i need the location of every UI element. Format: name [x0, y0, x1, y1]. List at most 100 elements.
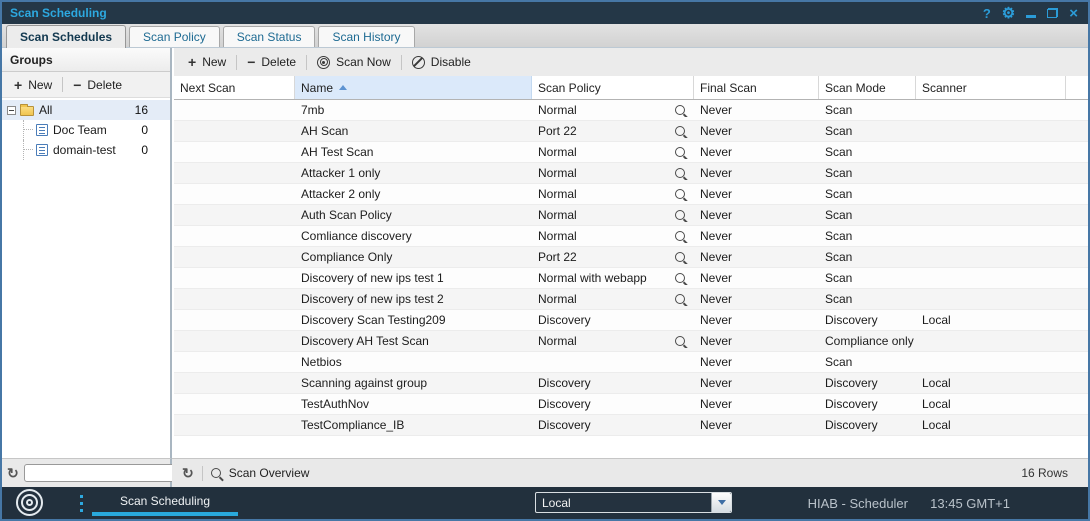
tab-scan-history[interactable]: Scan History: [318, 26, 414, 47]
plus-icon: +: [188, 55, 196, 69]
bullseye-logo: [16, 489, 43, 516]
magnifier-icon[interactable]: [675, 336, 685, 346]
tree-item-all[interactable]: All16: [2, 100, 170, 120]
table-row[interactable]: NetbiosNeverScan: [174, 352, 1088, 373]
scan-scheduling-window: Scan Scheduling ? ⚙ × Scan SchedulesScan…: [0, 0, 1090, 521]
tab-scan-schedules[interactable]: Scan Schedules: [6, 25, 126, 48]
groups-delete-label: Delete: [87, 78, 122, 92]
table-row[interactable]: 7mbNormalNeverScan: [174, 100, 1088, 121]
tab-scan-status[interactable]: Scan Status: [223, 26, 316, 47]
cell-name: Discovery of new ips test 2: [295, 292, 532, 306]
table-row[interactable]: AH Test ScanNormalNeverScan: [174, 142, 1088, 163]
app-label: HIAB - Scheduler: [808, 496, 908, 511]
cell-final-scan: Never: [694, 355, 819, 369]
table-row[interactable]: Discovery of new ips test 1Normal with w…: [174, 268, 1088, 289]
cell-scan-policy: Normal: [532, 145, 694, 159]
tree-item-domain-test[interactable]: domain-test0: [2, 140, 170, 160]
cell-name: AH Scan: [295, 124, 532, 138]
cell-final-scan: Never: [694, 145, 819, 159]
collapse-icon[interactable]: [7, 106, 16, 115]
column-header-label: Final Scan: [700, 81, 757, 95]
magnifier-icon[interactable]: [675, 126, 685, 136]
schedules-toolbar: + New − Delete Scan Now Disable: [174, 48, 1088, 76]
column-header-label: Scanner: [922, 81, 967, 95]
tab-scan-policy[interactable]: Scan Policy: [129, 26, 220, 47]
cell-final-scan: Never: [694, 334, 819, 348]
table-row[interactable]: Auth Scan PolicyNormalNeverScan: [174, 205, 1088, 226]
restore-icon[interactable]: [1047, 8, 1058, 18]
table-row[interactable]: Discovery Scan Testing209DiscoveryNeverD…: [174, 310, 1088, 331]
cell-scan-mode: Scan: [819, 103, 916, 117]
cell-final-scan: Never: [694, 187, 819, 201]
tree-item-count: 16: [135, 103, 170, 117]
column-header-filler: [1066, 76, 1088, 99]
column-header-final-scan[interactable]: Final Scan: [694, 76, 819, 99]
column-header-scan-mode[interactable]: Scan Mode: [819, 76, 916, 99]
column-header-next-scan[interactable]: Next Scan: [174, 76, 295, 99]
tree-item-doc-team[interactable]: Doc Team0: [2, 120, 170, 140]
cell-scan-policy: Discovery: [532, 418, 694, 432]
cell-final-scan: Never: [694, 208, 819, 222]
close-icon[interactable]: ×: [1069, 6, 1078, 21]
cell-scan-mode: Scan: [819, 187, 916, 201]
scan-now-button[interactable]: Scan Now: [307, 48, 401, 76]
cell-scanner: Local: [916, 418, 1066, 432]
delete-schedule-button[interactable]: − Delete: [237, 48, 306, 76]
group-list-icon: [36, 124, 48, 136]
magnifier-icon[interactable]: [675, 273, 685, 283]
magnifier-icon[interactable]: [675, 168, 685, 178]
cell-final-scan: Never: [694, 103, 819, 117]
table-row[interactable]: TestCompliance_IBDiscoveryNeverDiscovery…: [174, 415, 1088, 436]
table-row[interactable]: Discovery AH Test ScanNormalNeverComplia…: [174, 331, 1088, 352]
groups-new-button[interactable]: + New: [4, 72, 62, 97]
new-schedule-button[interactable]: + New: [178, 48, 236, 76]
dropdown-button[interactable]: [711, 493, 731, 512]
groups-delete-button[interactable]: − Delete: [63, 72, 132, 97]
column-header-scan-policy[interactable]: Scan Policy: [532, 76, 694, 99]
refresh-icon[interactable]: ↻: [7, 466, 19, 480]
cell-name: Discovery of new ips test 1: [295, 271, 532, 285]
cell-scanner: Local: [916, 313, 1066, 327]
cell-scan-mode: Compliance only: [819, 334, 916, 348]
footer-task-scan-scheduling[interactable]: Scan Scheduling: [92, 494, 238, 508]
minimize-icon[interactable]: [1026, 15, 1036, 18]
table-row[interactable]: Discovery of new ips test 2NormalNeverSc…: [174, 289, 1088, 310]
title-bar: Scan Scheduling ? ⚙ ×: [2, 2, 1088, 24]
magnifier-icon[interactable]: [211, 468, 221, 478]
magnifier-icon[interactable]: [675, 147, 685, 157]
magnifier-icon[interactable]: [675, 294, 685, 304]
cell-scan-policy: Discovery: [532, 313, 694, 327]
table-row[interactable]: TestAuthNovDiscoveryNeverDiscoveryLocal: [174, 394, 1088, 415]
cell-scan-policy: Normal: [532, 208, 694, 222]
column-header-scanner[interactable]: Scanner: [916, 76, 1066, 99]
table-row[interactable]: Attacker 1 onlyNormalNeverScan: [174, 163, 1088, 184]
schedules-statusbar: ↻ Scan Overview 16 Rows: [172, 458, 1088, 487]
scan-overview-label[interactable]: Scan Overview: [229, 466, 310, 480]
tree-connector: [23, 140, 36, 160]
cell-final-scan: Never: [694, 397, 819, 411]
table-row[interactable]: Attacker 2 onlyNormalNeverScan: [174, 184, 1088, 205]
cell-scan-policy: Normal with webapp: [532, 271, 694, 285]
scanner-select[interactable]: Local: [535, 492, 732, 513]
column-header-label: Scan Policy: [538, 81, 601, 95]
magnifier-icon[interactable]: [675, 105, 685, 115]
table-row[interactable]: Comliance discoveryNormalNeverScan: [174, 226, 1088, 247]
table-row[interactable]: AH ScanPort 22NeverScan: [174, 121, 1088, 142]
disable-button[interactable]: Disable: [402, 48, 481, 76]
table-row[interactable]: Scanning against groupDiscoveryNeverDisc…: [174, 373, 1088, 394]
table-row[interactable]: Compliance OnlyPort 22NeverScan: [174, 247, 1088, 268]
magnifier-icon[interactable]: [675, 252, 685, 262]
groups-tree: All16Doc Team0domain-test0: [2, 98, 170, 160]
groups-statusbar: ↻: [2, 458, 172, 487]
help-icon[interactable]: ?: [983, 7, 991, 20]
column-header-name[interactable]: Name: [295, 76, 532, 99]
cell-scan-policy: Port 22: [532, 124, 694, 138]
magnifier-icon[interactable]: [675, 231, 685, 241]
tab-bar: Scan SchedulesScan PolicyScan StatusScan…: [2, 24, 1088, 48]
refresh-icon[interactable]: ↻: [182, 466, 194, 480]
magnifier-icon[interactable]: [675, 189, 685, 199]
magnifier-icon[interactable]: [675, 210, 685, 220]
cell-name: 7mb: [295, 103, 532, 117]
group-filter-input[interactable]: [24, 464, 176, 482]
gear-icon[interactable]: ⚙: [1002, 6, 1015, 21]
